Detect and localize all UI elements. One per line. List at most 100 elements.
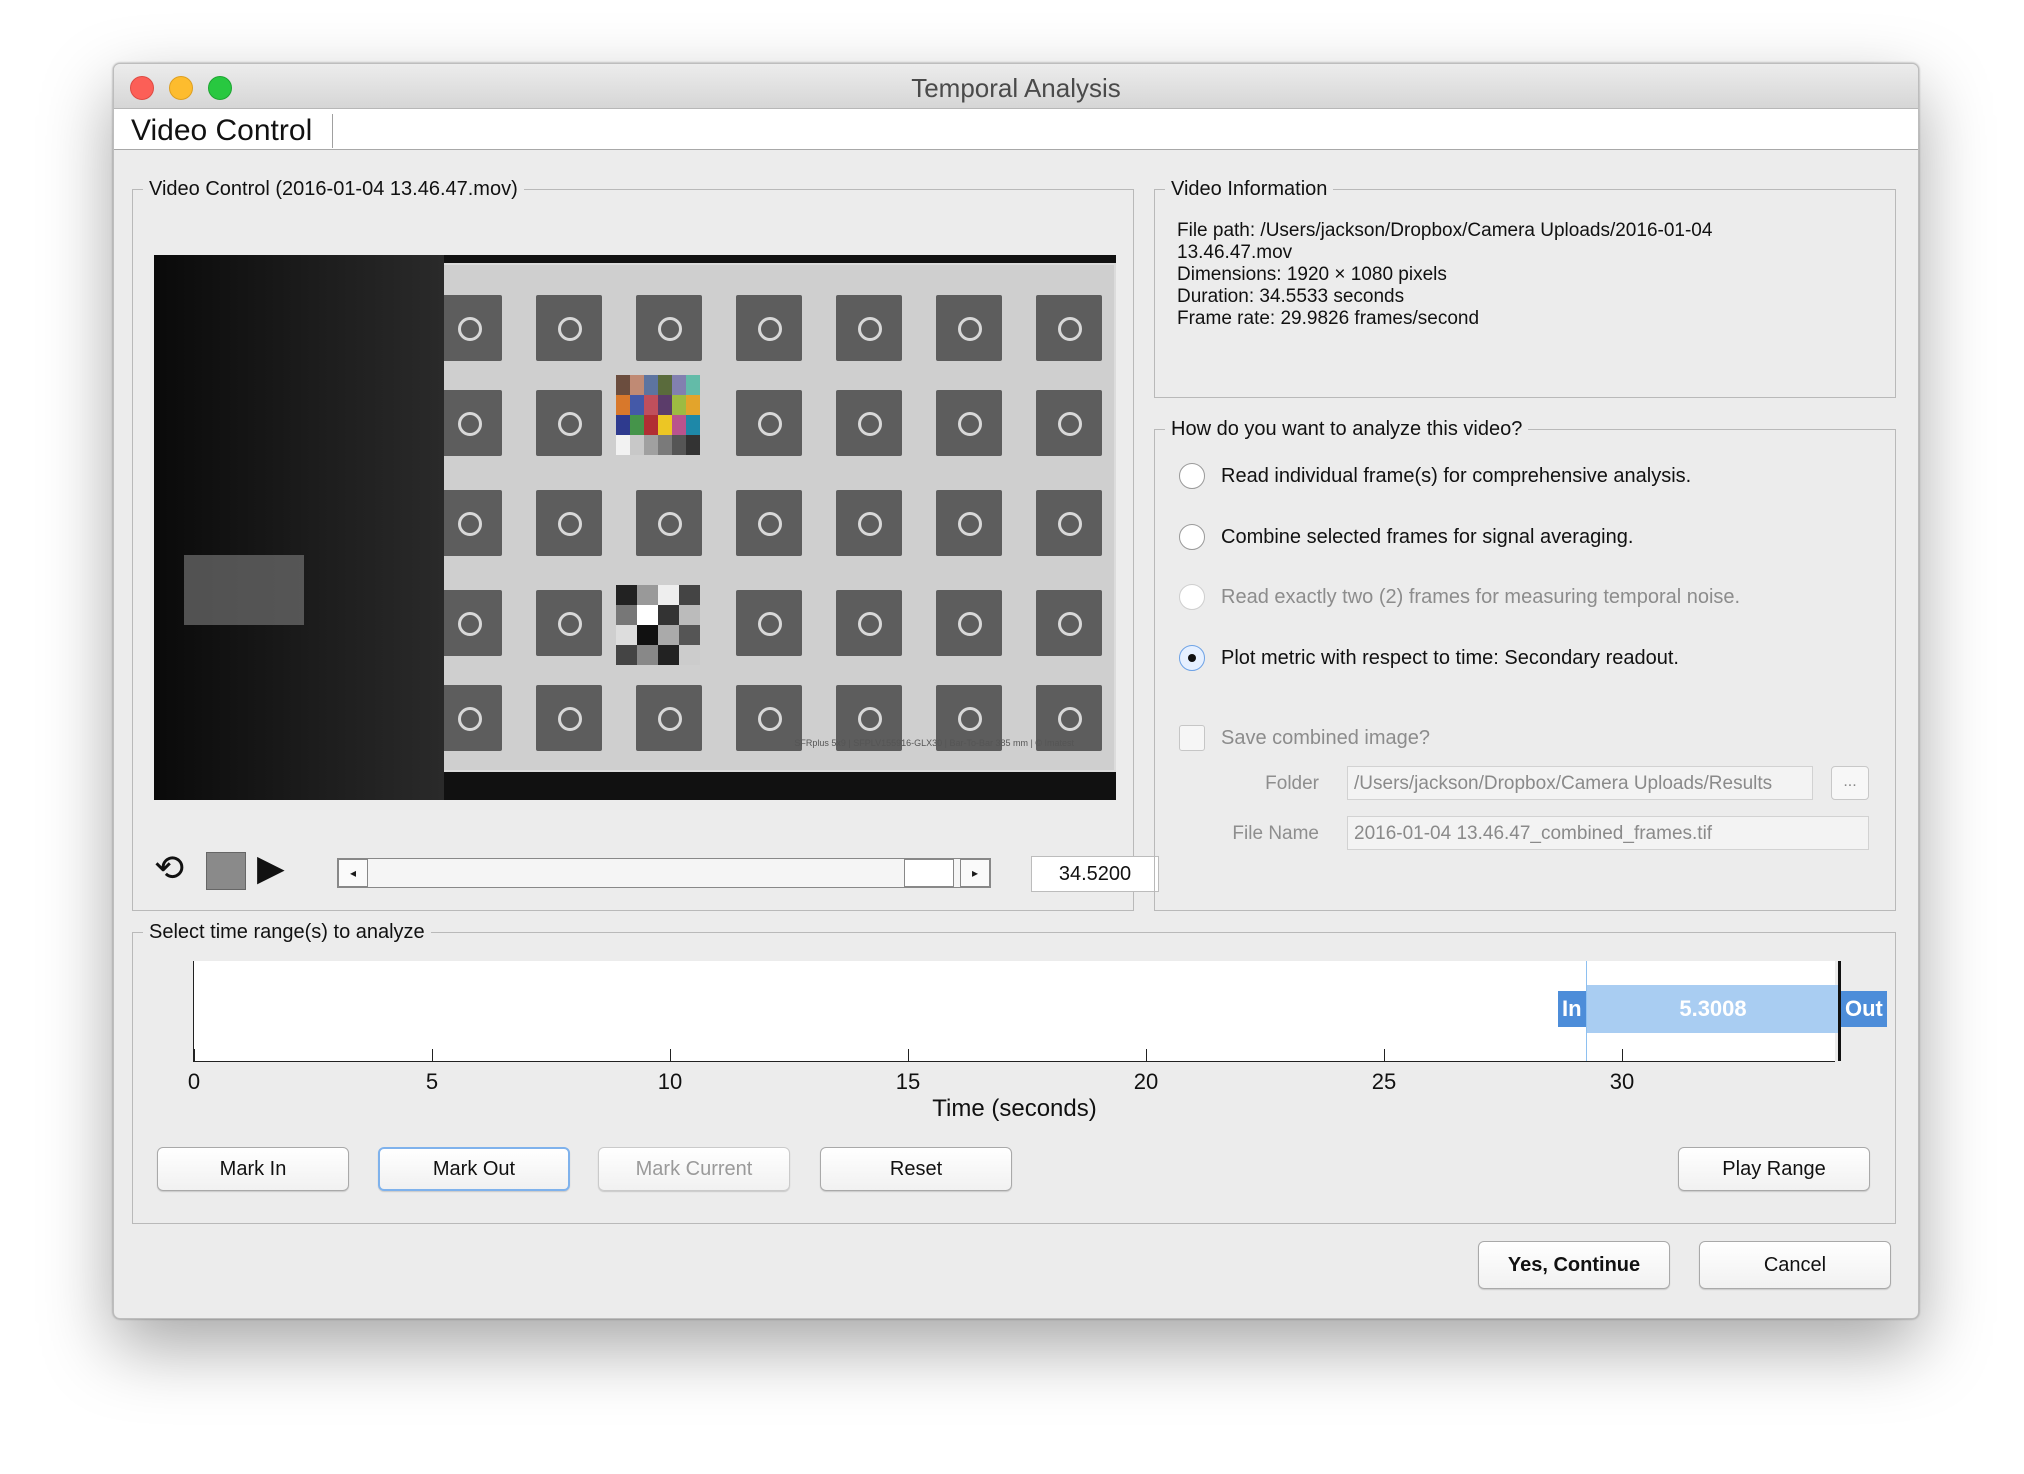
tick-label: 5 [425,1069,439,1094]
chart-target [536,590,602,656]
tick-label: 30 [1609,1069,1635,1094]
video-control-panel: Video Control (2016-01-04 13.46.47.mov) [132,178,1159,911]
chart-target [936,390,1002,456]
chart-target [736,590,802,656]
slider-right-arrow-icon[interactable]: ▸ [960,859,990,887]
file-name-field: 2016-01-04 13.46.47_combined_frames.tif [1347,816,1869,850]
chart-target [436,295,502,361]
chart-target [436,390,502,456]
chart-target [836,390,902,456]
chart-target [1036,390,1102,456]
temporal-analysis-window: Temporal Analysis Video Control Video Co… [113,63,1919,1319]
time-range-title: Select time range(s) to analyze [143,921,431,944]
option-two-frames: Read exactly two (2) frames for measurin… [1179,581,1740,613]
tick-label: 25 [1371,1069,1397,1094]
grayscale-checker-patch [616,585,700,665]
current-time-field[interactable]: 34.5200 [1031,856,1159,892]
tick-label: 20 [1133,1069,1159,1094]
save-combined-label: Save combined image? [1221,726,1431,749]
info-duration: Duration: 34.5533 seconds [1177,286,1405,307]
chart-target [1036,490,1102,556]
info-file-path: File path: /Users/jackson/Dropbox/Camera… [1177,220,1713,241]
tick-20 [1146,1049,1147,1061]
slider-left-arrow-icon[interactable]: ◂ [338,859,368,887]
title-bar: Temporal Analysis [114,64,1918,109]
chart-target [536,390,602,456]
time-range-panel: Select time range(s) to analyze 0 5 10 1… [132,921,1896,1224]
mark-in-button[interactable]: Mark In [157,1147,349,1191]
tick-label: 10 [657,1069,683,1094]
file-name-label: File Name [1232,823,1319,844]
chart-target [736,390,802,456]
radio-combine-frames[interactable] [1179,524,1205,550]
reset-button[interactable]: Reset [820,1147,1012,1191]
tick-5 [432,1049,433,1061]
chart-target [436,490,502,556]
radio-plot-metric[interactable] [1179,645,1205,671]
tick-15 [908,1049,909,1061]
tick-10 [670,1049,671,1061]
in-marker-tag[interactable]: In [1558,991,1586,1027]
tab-strip: Video Control [114,109,1918,150]
play-icon[interactable]: ▶ [257,848,285,888]
video-information-title: Video Information [1165,178,1334,201]
chart-target [736,490,802,556]
slider-thumb[interactable] [904,859,954,887]
chart-target [536,295,602,361]
option-two-frames-label: Read exactly two (2) frames for measurin… [1221,585,1741,608]
info-frame-rate: Frame rate: 29.9826 frames/second [1177,308,1480,329]
analyze-options-panel: How do you want to analyze this video? R… [1154,418,1896,911]
chart-target [936,295,1002,361]
time-axis-label: Time (seconds) [932,1095,1097,1122]
chart-target [736,295,802,361]
tab-video-control[interactable]: Video Control [131,114,334,148]
selected-range-band[interactable]: 5.3008 [1587,985,1839,1033]
radio-two-frames [1179,584,1205,610]
option-combine-frames[interactable]: Combine selected frames for signal avera… [1179,521,1633,553]
chart-target [736,685,802,751]
color-checker-patch [616,375,700,455]
option-plot-metric-label: Plot metric with respect to time: Second… [1221,646,1679,669]
chart-target [1036,295,1102,361]
tick-25 [1384,1049,1385,1061]
save-combined-image: Save combined image? [1179,722,1430,754]
info-dimensions: Dimensions: 1920 × 1080 pixels [1177,264,1447,285]
play-range-button[interactable]: Play Range [1678,1147,1870,1191]
tick-30 [1622,1049,1623,1061]
video-control-panel-title: Video Control (2016-01-04 13.46.47.mov) [143,178,524,201]
chart-footer-text: SFRplus 5x9 | SFPLV155916-GLX30 | Bar-To… [794,738,1074,748]
mark-out-button[interactable]: Mark Out [378,1147,570,1191]
video-information-text: File path: /Users/jackson/Dropbox/Camera… [1177,220,1712,330]
radio-individual-frames[interactable] [1179,463,1205,489]
yes-continue-button[interactable]: Yes, Continue [1478,1241,1670,1289]
chart-target [436,685,502,751]
chart-target [636,490,702,556]
loop-icon[interactable]: ⟲ [154,848,184,888]
cancel-button[interactable]: Cancel [1699,1241,1891,1289]
foreground-shadow [154,255,444,800]
option-plot-metric[interactable]: Plot metric with respect to time: Second… [1179,642,1679,674]
video-information-panel: Video Information File path: /Users/jack… [1154,178,1896,398]
video-position-slider[interactable]: ◂ ▸ [337,858,991,888]
time-range-timeline[interactable]: 0 5 10 15 20 25 30 5.3008 In Out Time (s… [188,961,1887,1122]
chart-target [536,490,602,556]
chart-target [636,295,702,361]
option-individual-frames-label: Read individual frame(s) for comprehensi… [1221,464,1692,487]
option-combine-frames-label: Combine selected frames for signal avera… [1221,525,1634,548]
out-marker-tag[interactable]: Out [1841,991,1887,1027]
chart-target [936,590,1002,656]
info-file-path-cont: 13.46.47.mov [1177,242,1293,263]
chart-target [1036,590,1102,656]
window-title: Temporal Analysis [911,73,1121,103]
stop-icon[interactable] [206,852,246,890]
folder-field: /Users/jackson/Dropbox/Camera Uploads/Re… [1347,766,1813,800]
tick-0 [194,1049,195,1061]
video-preview: SFRplus 5x9 | SFPLV155916-GLX30 | Bar-To… [154,255,1116,800]
chart-target [436,590,502,656]
save-combined-checkbox [1179,725,1205,751]
option-individual-frames[interactable]: Read individual frame(s) for comprehensi… [1179,460,1691,492]
analyze-options-title: How do you want to analyze this video? [1165,418,1529,441]
tick-label: 15 [895,1069,921,1094]
chart-target [636,685,702,751]
tick-label: 0 [187,1069,201,1094]
